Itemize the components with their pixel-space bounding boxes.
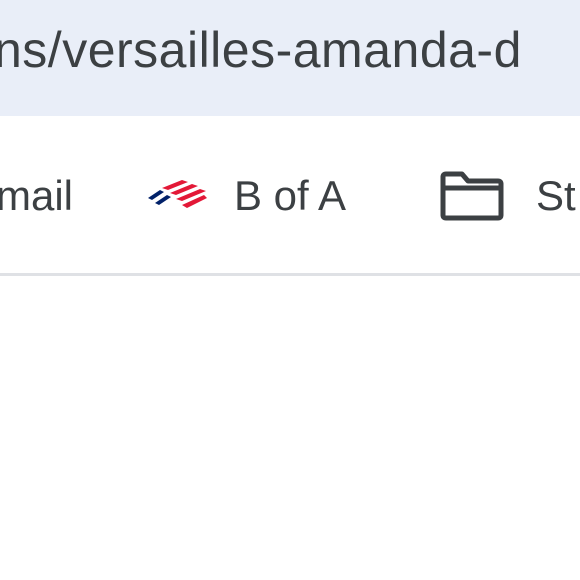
- browser-window-crop: ns/versailles-amanda-d mail B of A St: [0, 0, 580, 580]
- bank-of-america-flag-icon: [146, 178, 208, 214]
- bookmark-label: B of A: [234, 172, 347, 219]
- folder-icon: [440, 171, 504, 221]
- bookmarks-bar: mail B of A St: [0, 116, 580, 274]
- bookmark-folder[interactable]: St: [440, 171, 576, 221]
- address-bar[interactable]: ns/versailles-amanda-d: [0, 0, 580, 116]
- bookmark-bank-of-america[interactable]: B of A: [146, 172, 346, 220]
- url-text[interactable]: ns/versailles-amanda-d: [0, 18, 522, 82]
- page-content-area: [0, 276, 580, 580]
- bookmark-label: mail: [0, 172, 74, 219]
- bookmark-gmail[interactable]: mail: [0, 172, 73, 220]
- bookmark-label: St: [536, 172, 576, 219]
